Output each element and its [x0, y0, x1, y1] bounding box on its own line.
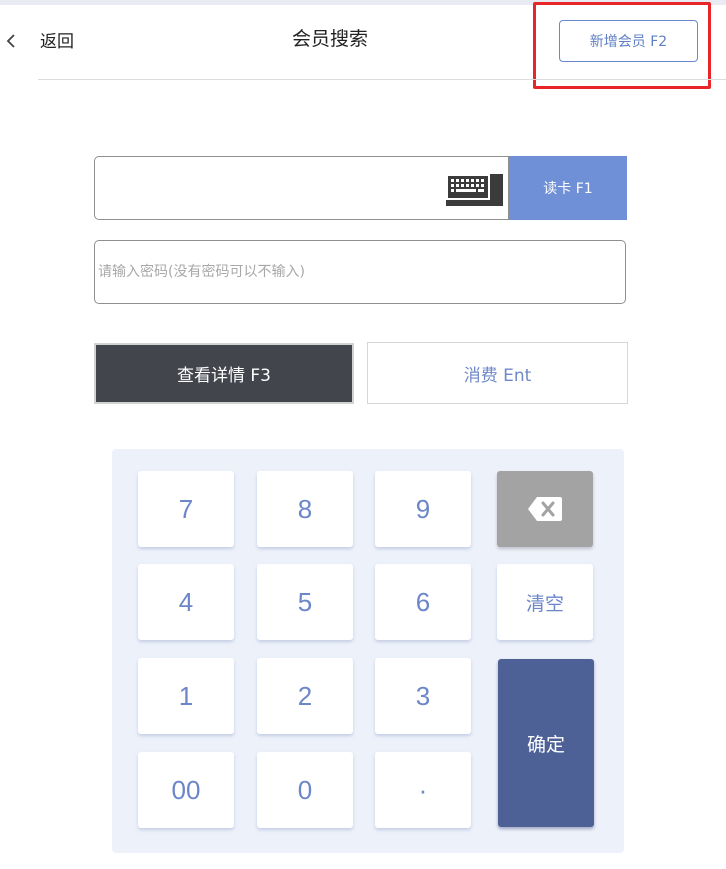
key-5[interactable]: 5 [257, 564, 353, 640]
numeric-keypad: 7 8 9 4 5 6 清空 1 2 3 确定 00 0 · [112, 449, 624, 853]
key-8[interactable]: 8 [257, 471, 353, 547]
header-divider [38, 79, 726, 80]
chevron-left-icon [6, 34, 15, 48]
key-0[interactable]: 0 [257, 752, 353, 828]
key-6[interactable]: 6 [375, 564, 471, 640]
card-number-input[interactable] [99, 161, 439, 215]
new-member-button[interactable]: 新增会员 F2 [559, 20, 698, 62]
clear-key[interactable]: 清空 [497, 564, 593, 640]
key-00[interactable]: 00 [138, 752, 234, 828]
view-details-button[interactable]: 查看详情 F3 [94, 343, 354, 404]
key-3[interactable]: 3 [375, 658, 471, 734]
card-number-field [94, 156, 509, 220]
key-4[interactable]: 4 [138, 564, 234, 640]
key-decimal[interactable]: · [375, 752, 471, 828]
key-9[interactable]: 9 [375, 471, 471, 547]
consume-button[interactable]: 消费 Ent [367, 342, 628, 404]
password-input[interactable] [94, 240, 626, 304]
backspace-key[interactable] [497, 471, 593, 547]
backspace-icon [528, 497, 562, 521]
confirm-key[interactable]: 确定 [498, 659, 594, 827]
key-2[interactable]: 2 [257, 658, 353, 734]
back-label: 返回 [40, 32, 74, 52]
page-title: 会员搜索 [291, 28, 368, 50]
read-card-button[interactable]: 读卡 F1 [509, 156, 627, 220]
keyboard-icon[interactable] [446, 174, 503, 206]
key-7[interactable]: 7 [138, 471, 234, 547]
key-1[interactable]: 1 [138, 658, 234, 734]
